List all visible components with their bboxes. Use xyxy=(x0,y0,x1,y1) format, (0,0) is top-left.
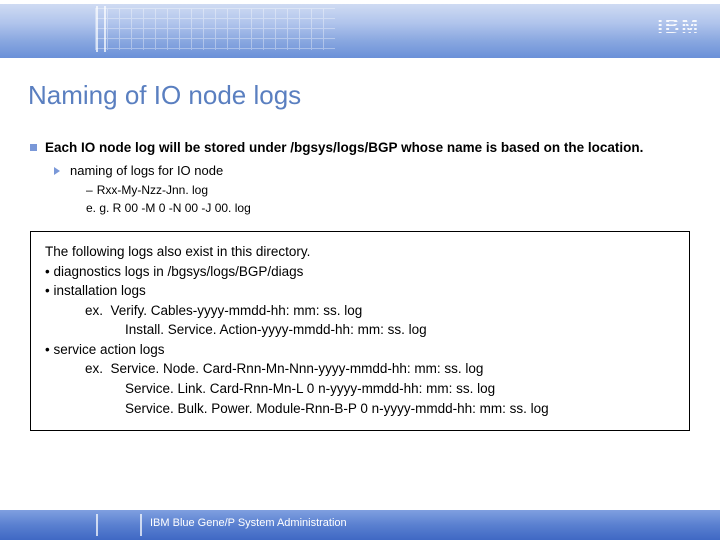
header-band: IBM xyxy=(0,0,720,58)
info-box: The following logs also exist in this di… xyxy=(30,231,690,431)
header-divider xyxy=(104,6,106,52)
detail-lines: –Rxx-My-Nzz-Jnn. log e. g. R 00 -M 0 -N … xyxy=(86,182,690,217)
footer-divider xyxy=(96,514,98,536)
sub-bullet-text: naming of logs for IO node xyxy=(70,163,223,178)
footer-text: IBM Blue Gene/P System Administration xyxy=(150,517,347,529)
header-grid-decoration xyxy=(95,8,335,50)
box-line: ex. Verify. Cables-yyyy-mmdd-hh: mm: ss.… xyxy=(45,301,675,321)
footer-divider xyxy=(140,514,142,536)
box-line: Install. Service. Action-yyyy-mmdd-hh: m… xyxy=(45,320,675,340)
box-line: ex. Service. Node. Card-Rnn-Mn-Nnn-yyyy-… xyxy=(45,359,675,379)
box-intro: The following logs also exist in this di… xyxy=(45,242,675,262)
box-line: Service. Bulk. Power. Module-Rnn-B-P 0 n… xyxy=(45,399,675,419)
box-line: • installation logs xyxy=(45,281,675,301)
ibm-logo: IBM xyxy=(657,16,700,39)
bullet-item: Each IO node log will be stored under /b… xyxy=(30,139,690,157)
triangle-bullet-icon xyxy=(54,167,60,175)
box-line: • service action logs xyxy=(45,340,675,360)
bullet-text: Each IO node log will be stored under /b… xyxy=(45,139,643,157)
header-divider xyxy=(96,6,98,52)
content-area: Each IO node log will be stored under /b… xyxy=(30,139,690,217)
example-line: e. g. R 00 -M 0 -N 00 -J 00. log xyxy=(86,200,690,217)
sub-bullet-item: naming of logs for IO node xyxy=(54,163,690,178)
box-line: Service. Link. Card-Rnn-Mn-L 0 n-yyyy-mm… xyxy=(45,379,675,399)
footer-band: IBM Blue Gene/P System Administration xyxy=(0,510,720,540)
box-line: • diagnostics logs in /bgsys/logs/BGP/di… xyxy=(45,262,675,282)
page-title: Naming of IO node logs xyxy=(28,80,720,111)
pattern-line: –Rxx-My-Nzz-Jnn. log xyxy=(86,182,690,199)
square-bullet-icon xyxy=(30,144,37,151)
header-accent xyxy=(0,0,720,4)
